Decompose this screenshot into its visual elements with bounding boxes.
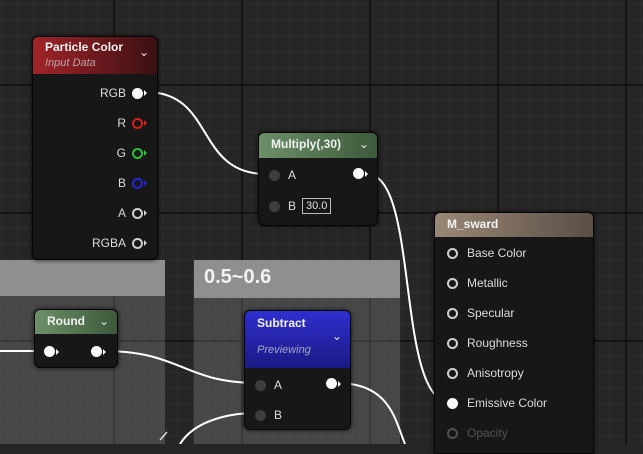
pin-circle-icon[interactable] — [132, 237, 143, 249]
pin-circle-icon[interactable] — [255, 409, 266, 421]
subtract-title: Subtract — [257, 316, 306, 330]
subtract-header[interactable]: Subtract Previewing ⌄ — [245, 311, 350, 368]
subtract-node[interactable]: Subtract Previewing ⌄ A B — [244, 310, 351, 430]
pin-label-rgb: RGB — [99, 86, 126, 100]
pin-circle-icon[interactable] — [255, 379, 266, 391]
pin-arrow-icon — [144, 120, 147, 126]
wire-bottom-left — [159, 431, 168, 441]
wire-rgb-to-multiply — [145, 91, 267, 175]
pin-arrow-icon — [144, 90, 147, 96]
material-node[interactable]: M_sward Base Color Metallic Specular Rou… — [434, 212, 594, 454]
pin-circle-icon[interactable] — [132, 207, 143, 219]
multiply-node[interactable]: Multiply(,30) ⌄ A B 30.0 — [258, 132, 378, 226]
pin-circle-icon[interactable] — [447, 337, 458, 349]
pin-label-a: A — [288, 168, 297, 182]
pin-circle-icon[interactable] — [44, 346, 55, 357]
input-pin-b[interactable]: B 30.0 — [269, 198, 332, 214]
b-value-field[interactable]: 30.0 — [302, 198, 332, 214]
pin-circle-icon[interactable] — [447, 277, 458, 289]
pin-circle-icon[interactable] — [326, 378, 337, 389]
pin-label-b: B — [288, 199, 297, 213]
pin-circle-icon[interactable] — [269, 169, 280, 181]
output-pin-g[interactable]: G — [117, 146, 147, 160]
output-pin-rgb[interactable]: RGB — [100, 86, 147, 100]
pin-circle-icon[interactable] — [132, 87, 143, 99]
input-pin-a[interactable]: A — [255, 378, 282, 392]
pin-label-b: B — [274, 408, 283, 422]
round-header[interactable]: Round ⌄ — [35, 310, 117, 334]
chevron-down-icon[interactable]: ⌄ — [359, 137, 369, 151]
particle-color-header[interactable]: Particle Color Input Data ⌄ — [33, 37, 157, 74]
pin-label-a: A — [117, 206, 126, 220]
pin-label-emissive-color: Emissive Color — [467, 396, 548, 410]
input-pin-b[interactable]: B — [255, 408, 282, 422]
pin-arrow-icon — [56, 348, 59, 355]
input-pin-a[interactable]: A — [269, 168, 296, 182]
input-pin-roughness[interactable]: Roughness — [447, 336, 528, 350]
pin-label-specular: Specular — [467, 306, 515, 320]
wire-round-to-subtract — [103, 350, 258, 384]
pin-label-anisotropy: Anisotropy — [467, 366, 524, 380]
pin-circle-icon[interactable] — [447, 397, 458, 409]
pin-label-opacity: Opacity — [467, 426, 508, 440]
pin-arrow-icon — [338, 380, 341, 387]
input-pin-metallic[interactable]: Metallic — [447, 276, 508, 290]
pin-circle-icon[interactable] — [269, 200, 280, 212]
pin-arrow-icon — [144, 240, 147, 246]
multiply-output-pin[interactable] — [353, 168, 368, 179]
pin-circle-icon[interactable] — [447, 427, 458, 439]
output-pin-a[interactable]: A — [118, 206, 147, 220]
round-output-pin[interactable] — [91, 346, 106, 357]
chevron-down-icon[interactable]: ⌄ — [332, 329, 342, 343]
material-title: M_sward — [447, 217, 499, 231]
output-pin-b[interactable]: B — [118, 176, 147, 190]
output-pin-r[interactable]: R — [117, 116, 147, 130]
pin-circle-icon[interactable] — [353, 168, 364, 179]
pin-arrow-icon — [103, 348, 106, 355]
round-input-pin[interactable] — [44, 346, 59, 357]
pin-circle-icon[interactable] — [132, 177, 143, 189]
particle-color-node[interactable]: Particle Color Input Data ⌄ RGB R G B A … — [32, 36, 158, 260]
pin-label-rgba: RGBA — [91, 236, 126, 250]
pin-circle-icon[interactable] — [132, 117, 143, 129]
subtract-subtitle: Previewing — [257, 344, 311, 356]
input-pin-base-color[interactable]: Base Color — [447, 246, 526, 260]
pin-circle-icon[interactable] — [132, 147, 143, 159]
output-pin-rgba[interactable]: RGBA — [92, 236, 147, 250]
input-pin-opacity[interactable]: Opacity — [447, 426, 508, 440]
multiply-title: Multiply(,30) — [271, 137, 342, 151]
input-pin-specular[interactable]: Specular — [447, 306, 514, 320]
material-header[interactable]: M_sward — [435, 213, 593, 237]
pin-label-g: G — [116, 146, 126, 160]
pin-label-roughness: Roughness — [467, 336, 528, 350]
subtract-output-pin[interactable] — [326, 378, 341, 389]
pin-circle-icon[interactable] — [447, 307, 458, 319]
particle-color-subtitle: Input Data — [45, 57, 96, 69]
chevron-down-icon[interactable]: ⌄ — [139, 45, 149, 59]
multiply-header[interactable]: Multiply(,30) ⌄ — [259, 133, 377, 158]
pin-arrow-icon — [365, 170, 368, 177]
pin-label-metallic: Metallic — [467, 276, 508, 290]
particle-color-title: Particle Color — [45, 40, 124, 54]
pin-label-b: B — [117, 176, 126, 190]
pin-circle-icon[interactable] — [91, 346, 102, 357]
pin-circle-icon[interactable] — [447, 247, 458, 259]
chevron-down-icon[interactable]: ⌄ — [99, 314, 109, 328]
pin-arrow-icon — [144, 150, 147, 156]
input-pin-emissive-color[interactable]: Emissive Color — [447, 396, 547, 410]
round-node[interactable]: Round ⌄ — [34, 309, 118, 368]
pin-arrow-icon — [144, 210, 147, 216]
pin-label-a: A — [274, 378, 283, 392]
pin-label-base-color: Base Color — [467, 246, 527, 260]
pin-arrow-icon — [144, 180, 147, 186]
pin-circle-icon[interactable] — [447, 367, 458, 379]
input-pin-anisotropy[interactable]: Anisotropy — [447, 366, 524, 380]
pin-label-r: R — [117, 116, 126, 130]
